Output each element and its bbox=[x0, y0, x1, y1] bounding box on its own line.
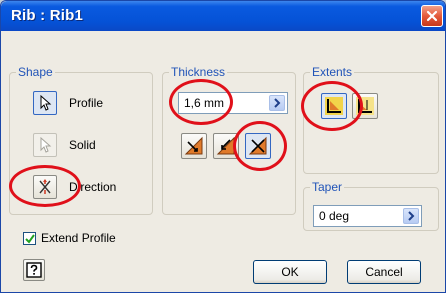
extend-profile-label[interactable]: Extend Profile bbox=[41, 231, 116, 245]
chevron-right-icon bbox=[274, 98, 281, 108]
shape-group-label: Shape bbox=[16, 65, 55, 79]
select-arrow-icon bbox=[40, 95, 52, 111]
check-icon bbox=[24, 233, 35, 244]
close-icon bbox=[426, 10, 438, 22]
cancel-button[interactable]: Cancel bbox=[347, 260, 421, 284]
direction-button[interactable] bbox=[33, 175, 57, 199]
taper-group-label: Taper bbox=[310, 180, 345, 194]
extents-to-next-icon bbox=[325, 97, 343, 115]
help-button[interactable] bbox=[23, 259, 45, 281]
thickness-symmetric-button[interactable] bbox=[245, 133, 271, 159]
rib-dialog: Rib : Rib1 Shape Profile Solid Direction bbox=[0, 0, 446, 293]
thickness-arrow-button[interactable] bbox=[269, 95, 285, 111]
ok-button[interactable]: OK bbox=[253, 260, 327, 284]
thickness-input[interactable]: 1,6 mm bbox=[178, 92, 288, 114]
solid-button[interactable] bbox=[33, 133, 57, 157]
profile-label: Profile bbox=[69, 96, 104, 110]
title-bar[interactable]: Rib : Rib1 bbox=[1, 1, 445, 31]
extents-finite-button[interactable] bbox=[352, 93, 378, 119]
help-icon bbox=[26, 262, 42, 278]
thickness-group-label: Thickness bbox=[169, 65, 228, 79]
direction-icon bbox=[39, 179, 51, 194]
chevron-right-icon bbox=[408, 211, 415, 221]
extents-group: Extents bbox=[303, 65, 439, 174]
thickness-value: 1,6 mm bbox=[184, 96, 225, 110]
thickness-side2-button[interactable] bbox=[213, 133, 239, 159]
profile-button[interactable] bbox=[33, 91, 57, 115]
close-button[interactable] bbox=[421, 5, 443, 27]
select-arrow-disabled-icon bbox=[40, 137, 52, 153]
solid-label: Solid bbox=[69, 138, 96, 152]
taper-value: 0 deg bbox=[319, 209, 350, 223]
extents-finite-icon bbox=[356, 97, 374, 115]
window-title: Rib : Rib1 bbox=[11, 7, 83, 24]
thickness-symmetric-icon bbox=[248, 136, 267, 155]
thickness-side1-button[interactable] bbox=[181, 133, 207, 159]
thickness-side1-icon bbox=[184, 136, 203, 155]
taper-arrow-button[interactable] bbox=[403, 208, 419, 224]
thickness-side2-icon bbox=[216, 136, 235, 155]
extents-to-next-button[interactable] bbox=[321, 93, 347, 119]
extend-profile-checkbox[interactable] bbox=[23, 232, 36, 245]
taper-input[interactable]: 0 deg bbox=[313, 205, 422, 227]
direction-label: Direction bbox=[69, 180, 117, 194]
extents-group-label: Extents bbox=[310, 65, 355, 79]
